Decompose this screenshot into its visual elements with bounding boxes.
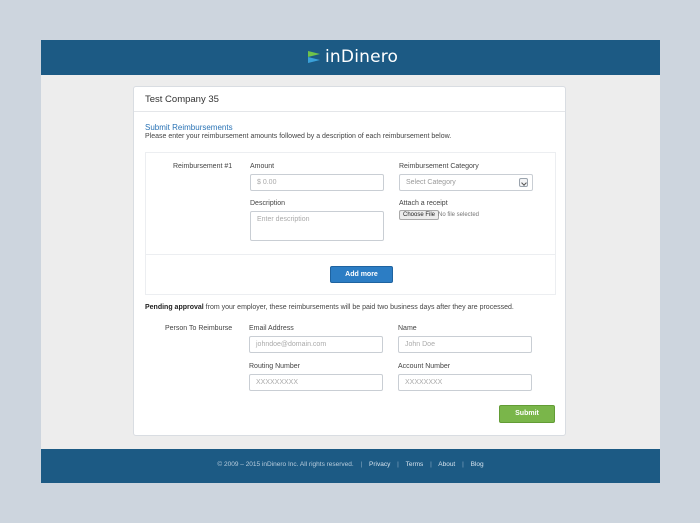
- chevron-down-icon: [519, 178, 528, 187]
- add-more-button[interactable]: Add more: [330, 266, 393, 283]
- indinero-logo-icon: [308, 51, 320, 63]
- receipt-label: Attach a receipt: [399, 200, 448, 207]
- reimbursement-card: Test Company 35 Submit Reimbursements Pl…: [133, 86, 566, 436]
- category-selected-value: Select Category: [406, 179, 456, 186]
- app-frame: inDinero Test Company 35 Submit Reimburs…: [41, 40, 660, 483]
- email-label: Email Address: [249, 325, 294, 332]
- footer-link-about[interactable]: About: [438, 461, 455, 468]
- category-label: Reimbursement Category: [399, 163, 479, 170]
- pending-approval-text: from your employer, these reimbursements…: [203, 304, 514, 311]
- account-number-label: Account Number: [398, 363, 451, 370]
- person-to-reimburse-label: Person To Reimburse: [165, 325, 233, 332]
- footer-separator: |: [360, 461, 363, 468]
- brand-name: inDinero: [325, 47, 399, 67]
- footer-separator: |: [430, 461, 432, 468]
- entry-divider: [146, 254, 555, 255]
- section-description: Please enter your reimbursement amounts …: [145, 133, 452, 140]
- top-header: inDinero: [41, 40, 660, 75]
- submit-button[interactable]: Submit: [499, 405, 555, 423]
- footer-separator: |: [397, 461, 399, 468]
- name-label: Name: [398, 325, 417, 332]
- file-status: No file selected: [438, 212, 480, 218]
- email-field[interactable]: johndoe@domain.com: [249, 336, 383, 353]
- description-label: Description: [250, 200, 286, 207]
- brand-logo[interactable]: inDinero: [307, 46, 398, 68]
- pending-approval-bold: Pending approval: [145, 304, 204, 311]
- reimbursement-row-label: Reimbursement #1: [173, 163, 233, 170]
- pending-approval-note: Pending approval from your employer, the…: [145, 304, 514, 311]
- choose-file-button[interactable]: Choose File: [399, 210, 440, 220]
- card-divider: [134, 111, 565, 112]
- company-name: Test Company 35: [145, 94, 219, 105]
- footer-link-privacy[interactable]: Privacy: [369, 461, 390, 468]
- footer: © 2009 – 2015 inDinero Inc. All rights r…: [41, 449, 660, 483]
- amount-input[interactable]: $ 0.00: [250, 174, 384, 191]
- name-field[interactable]: John Doe: [398, 336, 532, 353]
- copyright-text: © 2009 – 2015 inDinero Inc. All rights r…: [217, 461, 354, 468]
- footer-separator: |: [462, 461, 464, 468]
- submit-reimbursements-link[interactable]: Submit Reimbursements: [145, 123, 233, 132]
- footer-link-blog[interactable]: Blog: [471, 461, 484, 468]
- footer-row: © 2009 – 2015 inDinero Inc. All rights r…: [41, 461, 660, 468]
- routing-number-label: Routing Number: [249, 363, 300, 370]
- account-number-field[interactable]: XXXXXXXX: [398, 374, 532, 391]
- category-select[interactable]: Select Category: [399, 174, 533, 191]
- footer-link-terms[interactable]: Terms: [406, 461, 424, 468]
- reimbursement-entry: Reimbursement #1 Amount $ 0.00 Reimburse…: [145, 152, 556, 295]
- description-textarea[interactable]: Enter description: [250, 211, 384, 241]
- amount-label: Amount: [250, 163, 275, 170]
- routing-number-field[interactable]: XXXXXXXXX: [249, 374, 383, 391]
